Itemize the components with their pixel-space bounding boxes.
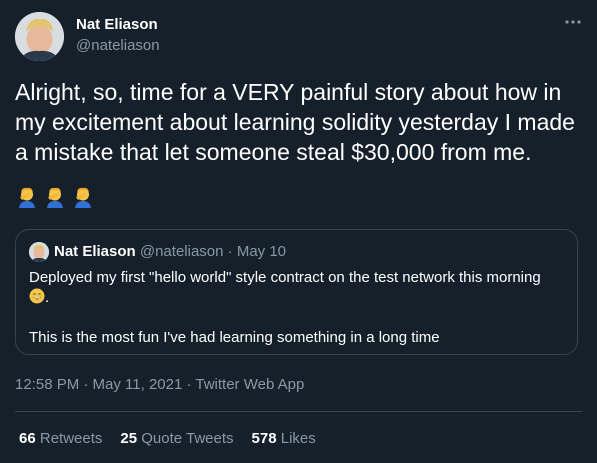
emoji-row xyxy=(15,185,95,219)
quoted-separator: · xyxy=(227,243,233,260)
retweets-label: Retweets xyxy=(39,430,103,447)
quoted-author-name: Nat Eliason xyxy=(54,243,136,260)
likes-stat[interactable]: 578 Likes xyxy=(252,430,316,447)
more-options-icon[interactable] xyxy=(560,12,586,34)
author-name[interactable]: Nat Eliason xyxy=(76,16,158,33)
divider xyxy=(15,411,582,412)
author-handle[interactable]: @nateliason xyxy=(76,37,160,54)
retweets-count: 66 xyxy=(19,430,36,447)
avatar[interactable] xyxy=(15,12,64,61)
likes-label: Likes xyxy=(280,430,316,447)
grinning-face-emoji xyxy=(29,288,45,304)
man-facepalming-emoji xyxy=(43,185,67,219)
quoted-date: May 10 xyxy=(236,243,287,260)
quoted-line-1: Deployed my first "hello world" style co… xyxy=(29,269,541,286)
quote-tweets-count: 25 xyxy=(120,430,138,447)
man-facepalming-emoji xyxy=(15,185,39,219)
retweets-stat[interactable]: 66 Retweets xyxy=(19,430,102,447)
engagement-stats: 66 Retweets 25 Quote Tweets 578 Likes xyxy=(19,430,316,447)
quoted-avatar xyxy=(29,242,49,262)
quoted-author-handle: @nateliason xyxy=(139,243,224,260)
quoted-tweet[interactable]: Nat Eliason @nateliason · May 10 Deploye… xyxy=(15,229,578,355)
quoted-header: Nat Eliason @nateliason · May 10 xyxy=(54,243,286,260)
likes-count: 578 xyxy=(251,430,277,447)
tweet-timestamp[interactable]: 12:58 PM · May 11, 2021 · Twitter Web Ap… xyxy=(15,376,304,393)
man-facepalming-emoji xyxy=(71,185,95,219)
quoted-line-1-suffix: . xyxy=(45,289,50,306)
quote-tweets-label: Quote Tweets xyxy=(141,430,234,447)
tweet-text: Alright, so, time for a VERY painful sto… xyxy=(15,79,575,165)
quote-tweets-stat[interactable]: 25 Quote Tweets xyxy=(120,430,233,447)
quoted-text: Deployed my first "hello world" style co… xyxy=(29,268,564,348)
quoted-line-2: This is the most fun I've had learning s… xyxy=(29,329,440,346)
